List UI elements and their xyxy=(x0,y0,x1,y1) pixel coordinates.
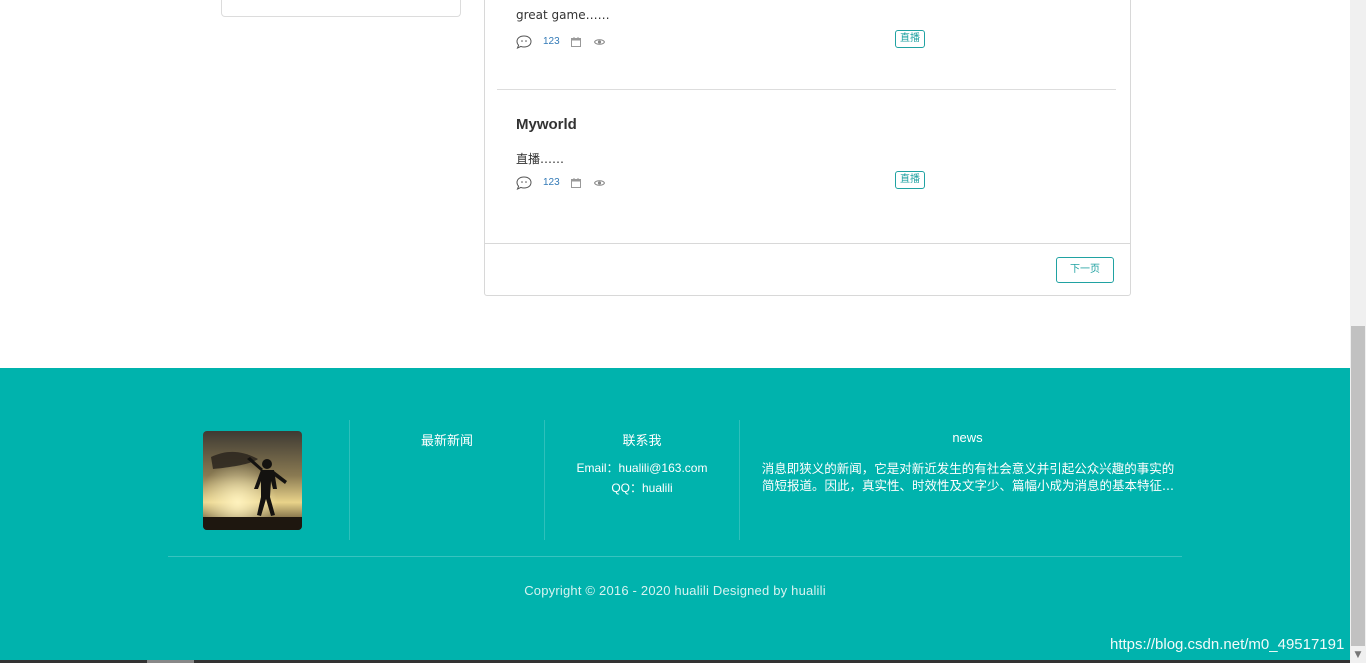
footer-about-column: news 消息即狭义的新闻，它是对新近发生的有社会意义并引起公众兴趣的事实的简短… xyxy=(740,420,1195,540)
sidebar-clipped-text: 用户发帖（…） xyxy=(234,0,318,2)
footer-about-text: 消息即狭义的新闻，它是对新近发生的有社会意义并引起公众兴趣的事实的简短报道。因此… xyxy=(761,461,1175,493)
calendar-icon xyxy=(571,178,581,188)
copyright-text: Copyright © 2016 - 2020 hualili Designed… xyxy=(524,583,826,598)
footer-about-title: news xyxy=(952,430,983,445)
next-page-button[interactable]: 下一页 xyxy=(1056,257,1114,283)
comment-count[interactable]: 123 xyxy=(543,177,560,188)
scroll-thumb[interactable] xyxy=(1351,326,1365,646)
contact-email[interactable]: Email：hualili@163.com xyxy=(545,459,739,476)
article-meta: 123 直播 xyxy=(516,171,936,193)
article-item[interactable]: great game…… 123 直播 xyxy=(516,0,1116,66)
avatar-image xyxy=(203,431,302,530)
article-item[interactable]: Myworld 直播…… 123 直播 xyxy=(516,116,1116,216)
article-list-panel: great game…… 123 直播 Myworld 直播…… 123 直播 … xyxy=(484,0,1131,296)
pagination-bar: 下一页 xyxy=(485,243,1130,296)
article-tag[interactable]: 直播 xyxy=(895,171,925,189)
article-summary: 直播…… xyxy=(516,152,565,166)
footer-avatar xyxy=(203,431,302,530)
calendar-icon xyxy=(571,37,581,47)
footer-contact-column: 联系我 Email：hualili@163.com QQ：hualili xyxy=(545,420,739,540)
article-divider xyxy=(497,89,1116,90)
site-footer: 最新新闻 联系我 Email：hualili@163.com QQ：hualil… xyxy=(0,368,1350,663)
contact-qq: QQ：hualili xyxy=(611,481,673,495)
comment-icon[interactable] xyxy=(516,35,532,49)
footer-contact-title: 联系我 xyxy=(622,433,662,448)
eye-icon xyxy=(594,180,605,186)
article-meta: 123 直播 xyxy=(516,30,936,52)
footer-news-column: 最新新闻 xyxy=(350,420,544,540)
article-tag[interactable]: 直播 xyxy=(895,30,925,48)
comment-count[interactable]: 123 xyxy=(543,36,560,47)
vertical-scrollbar[interactable]: ▼ xyxy=(1350,0,1366,663)
article-summary: great game…… xyxy=(516,8,610,22)
scroll-down-arrow-icon[interactable]: ▼ xyxy=(1350,647,1366,663)
footer-news-title: 最新新闻 xyxy=(420,433,473,448)
watermark-url: https://blog.csdn.net/m0_49517191 xyxy=(1110,636,1345,653)
article-title[interactable]: Myworld xyxy=(516,116,577,133)
comment-icon[interactable] xyxy=(516,176,532,190)
footer-divider xyxy=(168,556,1182,557)
sidebar-card: 用户发帖（…） xyxy=(221,0,461,17)
eye-icon xyxy=(594,39,605,45)
